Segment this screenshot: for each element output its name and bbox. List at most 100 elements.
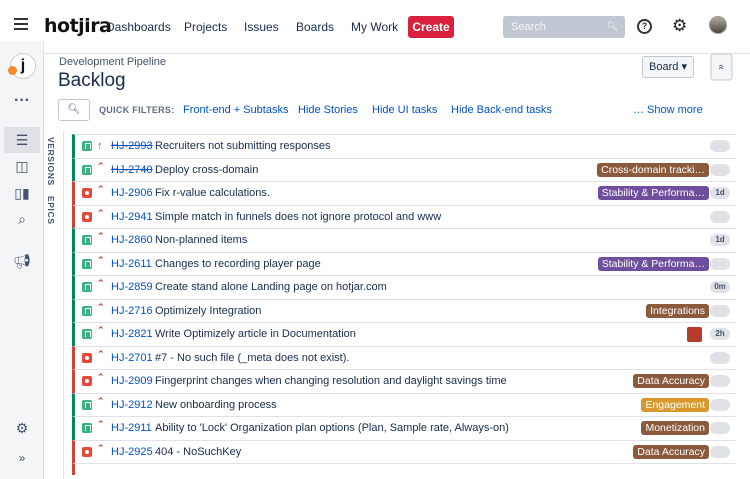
versions-tab[interactable]: VERSIONS: [46, 137, 56, 186]
filter-hide-ui-tasks[interactable]: Hide UI tasks: [372, 104, 437, 116]
settings-gear-icon[interactable]: ⚙: [672, 16, 687, 36]
epic-label[interactable]: Data Accuracy: [633, 374, 709, 388]
user-avatar[interactable]: [709, 16, 727, 34]
issue-key-link[interactable]: HJ-2611: [111, 258, 152, 270]
issue-row[interactable]: ⌃ HJ-2941 Simple match in funnels does not…: [72, 204, 736, 228]
issue-key-link[interactable]: HJ-2941: [111, 211, 153, 223]
story-type-icon: [82, 282, 92, 292]
issue-row[interactable]: ⌃ HJ-2716 Optimizely Integration Integratio…: [72, 298, 736, 322]
epic-label[interactable]: Stability & Performa…: [597, 186, 709, 200]
estimate-badge: [710, 375, 730, 387]
priority-high-icon: ⌃: [97, 442, 105, 453]
story-type-icon: [82, 305, 92, 316]
nav-my-work[interactable]: My Work: [351, 20, 398, 34]
issue-summary: Ability to 'Lock' Organization plan opti…: [155, 422, 509, 434]
epics-tab[interactable]: EPICS: [46, 196, 56, 225]
epic-label[interactable]: Integrations: [646, 303, 709, 318]
issue-row[interactable]: ⌃ HJ-2860 Non-planned items 1d: [72, 228, 736, 252]
epic-label[interactable]: Cross-domain tracki…: [597, 162, 709, 177]
search-field[interactable]: 🔍︎: [503, 16, 625, 38]
create-button[interactable]: Create: [408, 16, 454, 38]
issue-summary: 404 - NoSuchKey: [155, 445, 242, 458]
releases-icon[interactable]: 📢︎: [12, 251, 32, 271]
filter-show-more[interactable]: … Show more: [633, 104, 703, 116]
issue-key-link[interactable]: HJ-2911: [111, 422, 152, 434]
issue-key-link[interactable]: HJ-2993: [111, 140, 153, 152]
backlog-search-button[interactable]: 🔍︎: [58, 99, 90, 121]
priority-high-icon: ⌃: [97, 301, 105, 312]
board-dropdown-button[interactable]: Board ▾: [642, 56, 694, 78]
issues-search-icon[interactable]: ⌕: [12, 209, 32, 229]
expand-sidebar-icon[interactable]: »: [12, 448, 32, 468]
epic-label[interactable]: Monetization: [641, 421, 709, 435]
issue-row[interactable]: ⌃ HJ-2611 Changes to recording player page…: [72, 251, 736, 275]
story-type-icon: [82, 141, 92, 151]
bug-type-icon: [82, 211, 92, 222]
bug-type-icon: [82, 352, 92, 363]
issue-key-link[interactable]: HJ-2821: [111, 328, 153, 340]
issue-key-link[interactable]: HJ-2909: [111, 375, 153, 387]
help-icon[interactable]: ?: [637, 19, 652, 34]
story-type-icon: [82, 399, 92, 410]
bug-type-icon: [82, 376, 92, 386]
issue-row[interactable]: ⌃ HJ-2701 #7 - No such file (_meta does no…: [72, 345, 736, 369]
estimate-badge: 1d: [710, 187, 730, 199]
epic-label[interactable]: Stability & Performa…: [597, 256, 709, 271]
app-logo[interactable]: hotjira: [44, 15, 112, 37]
backlog-issue-list: ↑ HJ-2993 Recruiters not submitting respon…: [72, 134, 736, 475]
quick-filters-label: QUICK FILTERS:: [99, 105, 175, 115]
issue-key-link[interactable]: HJ-2859: [111, 281, 153, 293]
issue-row[interactable]: ⌃ HJ-2909 Fingerprint changes when changin…: [72, 369, 736, 393]
issue-key-link[interactable]: HJ-2925: [111, 446, 153, 458]
estimate-badge: 0m: [710, 281, 730, 293]
hamburger-menu-icon[interactable]: [14, 18, 28, 30]
project-logo-letter: j: [20, 57, 26, 74]
priority-high-icon: ⌃: [97, 184, 105, 194]
issue-row[interactable]: ⌃ HJ-2911 Ability to 'Lock' Organization p…: [72, 416, 736, 440]
project-settings-icon[interactable]: ⚙: [12, 418, 32, 438]
issue-summary: Deploy cross-domain: [155, 163, 259, 176]
issue-row[interactable]: ↑ HJ-2993 Recruiters not submitting respon…: [72, 134, 736, 158]
issue-summary: New onboarding process: [155, 398, 277, 411]
issue-summary: Non-planned items: [155, 234, 248, 246]
issue-key-link[interactable]: HJ-2716: [111, 305, 153, 317]
nav-boards[interactable]: Boards: [296, 20, 334, 34]
issue-key-link[interactable]: HJ-2906: [111, 187, 153, 199]
epic-label[interactable]: Engagement: [641, 397, 709, 412]
priority-high-icon: ⌃: [97, 372, 105, 382]
issue-summary: Simple match in funnels does not ignore …: [155, 210, 442, 223]
priority-high-icon: ⌃: [97, 395, 105, 406]
reports-icon[interactable]: ▯▮: [12, 183, 32, 203]
nav-projects[interactable]: Projects: [184, 20, 227, 34]
issue-row[interactable]: ⌃ HJ-2821 Write Optimizely article in Docu…: [72, 322, 736, 346]
project-logo[interactable]: j: [8, 53, 36, 79]
priority-high-icon: ⌃: [97, 348, 105, 359]
filter-hide-back-end-tasks[interactable]: Hide Back-end tasks: [451, 104, 552, 116]
issue-key-link[interactable]: HJ-2912: [111, 399, 153, 411]
estimate-badge: [710, 257, 730, 270]
estimate-badge: [710, 398, 730, 411]
issue-row[interactable]: ⌃ HJ-2740 Deploy cross-domain Cross-domain …: [72, 157, 736, 181]
epic-label[interactable]: Data Accuracy: [633, 444, 709, 459]
more-icon[interactable]: ···: [12, 91, 32, 111]
issue-key-link[interactable]: HJ-2860: [111, 234, 153, 246]
panel-divider: [63, 131, 64, 479]
nav-dashboards[interactable]: Dashboards: [106, 20, 171, 34]
nav-issues[interactable]: Issues: [244, 20, 279, 34]
collapse-header-button[interactable]: »: [710, 53, 733, 81]
issue-key-link[interactable]: HJ-2701: [111, 352, 153, 364]
board-icon[interactable]: ◫: [12, 156, 32, 176]
breadcrumb[interactable]: Development Pipeline: [59, 56, 166, 68]
filter-hide-stories[interactable]: Hide Stories: [298, 104, 358, 116]
filter-front-end-subtasks[interactable]: Front-end + Subtasks: [183, 104, 288, 116]
priority-highest-icon: ↑: [97, 140, 103, 152]
issue-key-link[interactable]: HJ-2740: [111, 164, 153, 176]
assignee-avatar[interactable]: [687, 327, 702, 342]
backlog-icon[interactable]: ☰: [4, 127, 40, 153]
issue-row[interactable]: ⌃ HJ-2912 New onboarding process Engagement: [72, 392, 736, 416]
issue-row[interactable]: ⌃ HJ-2859 Create stand alone Landing page …: [72, 275, 736, 299]
issue-row[interactable]: ⌃ HJ-2925 404 - NoSuchKey Data Accuracy: [72, 439, 736, 463]
priority-high-icon: ⌃: [97, 207, 105, 218]
issue-summary: Create stand alone Landing page on hotja…: [155, 281, 387, 293]
issue-row[interactable]: ⌃ HJ-2906 Fix r-value calculations. Stabili…: [72, 181, 736, 205]
